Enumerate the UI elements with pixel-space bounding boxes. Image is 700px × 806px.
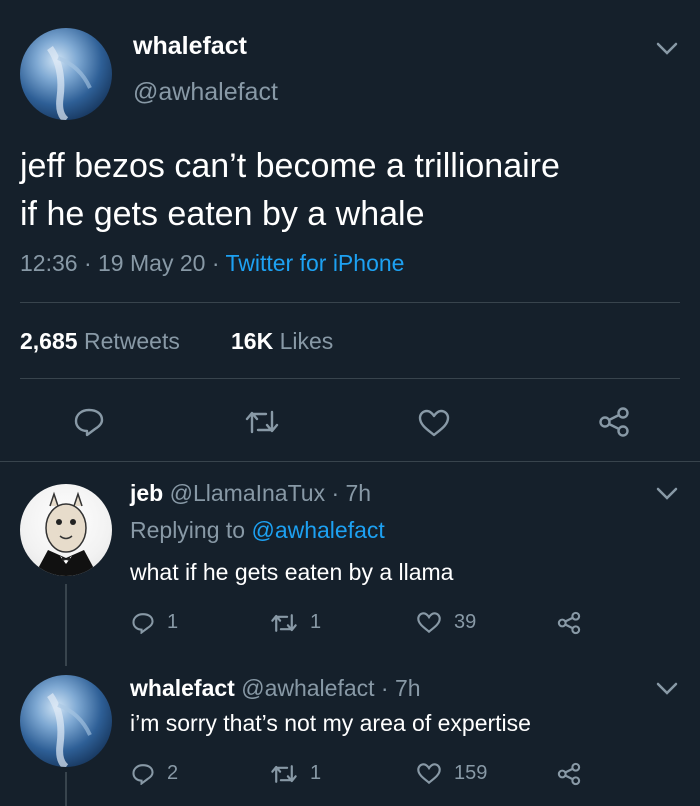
- chevron-down-icon[interactable]: [656, 682, 678, 696]
- handle[interactable]: @awhalefact: [133, 78, 278, 107]
- retweet-action[interactable]: 1: [270, 762, 321, 785]
- retweet-action[interactable]: 1: [270, 611, 321, 634]
- reply-text: what if he gets eaten by a llama: [130, 559, 454, 585]
- like-icon[interactable]: [417, 408, 451, 438]
- retweet-count: 1: [310, 762, 322, 784]
- like-count: 159: [454, 762, 488, 784]
- share-icon[interactable]: [556, 611, 582, 635]
- tweet-date: 19 May 20: [98, 250, 206, 276]
- like-icon: [416, 762, 442, 785]
- likes-stat[interactable]: 16K Likes: [231, 328, 333, 355]
- avatar-whalefact[interactable]: [20, 28, 112, 120]
- tweet-meta: 12:36 · 19 May 20 · Twitter for iPhone: [20, 250, 404, 277]
- likes-count: 16K: [231, 328, 274, 354]
- tweet-text-line-1: jeff bezos can’t become a trillionaire: [20, 147, 560, 185]
- separator: ·: [211, 250, 220, 276]
- divider: [20, 378, 680, 379]
- avatar-whalefact[interactable]: [20, 675, 112, 767]
- thread-line: [65, 772, 67, 806]
- reply-header: whalefact @awhalefact · 7h: [130, 675, 421, 702]
- like-count: 39: [454, 611, 477, 633]
- retweets-count: 2,685: [20, 328, 78, 354]
- reply-count: 1: [167, 611, 179, 633]
- tweet-time: 12:36: [20, 250, 78, 276]
- reply-handle-time[interactable]: @LlamaInaTux · 7h: [170, 480, 371, 506]
- replying-to: Replying to @awhalefact: [130, 517, 385, 544]
- retweet-icon: [270, 763, 298, 785]
- separator: ·: [83, 250, 92, 276]
- whale-photo: [47, 45, 92, 120]
- retweets-label: Retweets: [83, 328, 180, 354]
- display-name[interactable]: whalefact: [133, 32, 247, 61]
- whale-photo: [47, 692, 92, 767]
- reply-action[interactable]: 2: [131, 762, 178, 785]
- reply-text: i’m sorry that’s not my area of expertis…: [130, 710, 531, 736]
- reply-icon: [131, 763, 155, 785]
- chevron-down-icon[interactable]: [656, 487, 678, 501]
- reply-icon[interactable]: [73, 407, 105, 437]
- likes-label: Likes: [279, 328, 334, 354]
- reply-action[interactable]: 1: [131, 611, 178, 634]
- reply-icon: [131, 612, 155, 634]
- retweet-icon[interactable]: [244, 408, 280, 436]
- replying-label: Replying to: [130, 517, 246, 543]
- like-action[interactable]: 159: [416, 762, 487, 785]
- retweet-count: 1: [310, 611, 322, 633]
- like-icon: [416, 611, 442, 634]
- llama-avatar-art: [34, 491, 98, 576]
- divider: [20, 302, 680, 303]
- thread-line: [65, 584, 67, 666]
- avatar-jeb[interactable]: [20, 484, 112, 576]
- share-icon[interactable]: [556, 762, 582, 786]
- retweet-icon: [270, 612, 298, 634]
- tweet-text-line-2: if he gets eaten by a whale: [20, 195, 425, 233]
- divider: [0, 461, 700, 462]
- reply-display-name[interactable]: whalefact: [130, 675, 235, 701]
- reply-header: jeb @LlamaInaTux · 7h: [130, 480, 371, 507]
- like-action[interactable]: 39: [416, 611, 476, 634]
- replying-to-handle[interactable]: @awhalefact: [251, 517, 384, 543]
- tweet-source-link[interactable]: Twitter for iPhone: [225, 250, 404, 276]
- reply-handle-time[interactable]: @awhalefact · 7h: [241, 675, 420, 701]
- reply-display-name[interactable]: jeb: [130, 480, 163, 506]
- retweets-stat[interactable]: 2,685 Retweets: [20, 328, 180, 355]
- share-icon[interactable]: [597, 406, 631, 438]
- reply-count: 2: [167, 762, 179, 784]
- chevron-down-icon[interactable]: [656, 42, 678, 56]
